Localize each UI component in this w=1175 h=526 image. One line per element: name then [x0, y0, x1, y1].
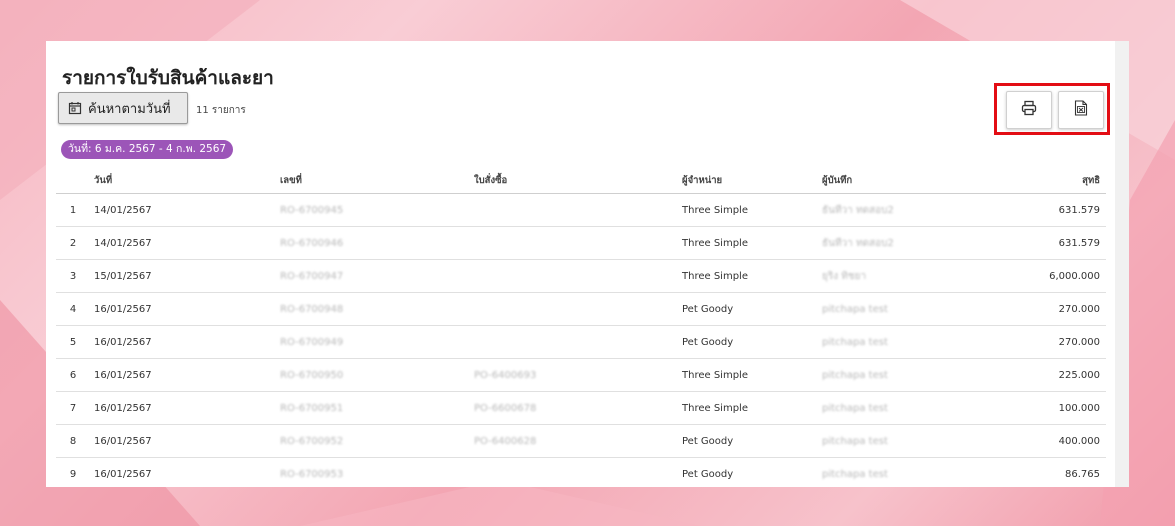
header-date[interactable]: วันที่	[90, 167, 276, 194]
table-row[interactable]: 7 16/01/2567 RO-6700951 PO-6600678 Three Sim…	[56, 391, 1106, 425]
header-net[interactable]: สุทธิ	[1006, 167, 1106, 194]
export-excel-button[interactable]	[1058, 91, 1104, 129]
table-row[interactable]: 9 16/01/2567 RO-6700953 Pet Goody pitchapa t…	[56, 457, 1106, 487]
cell-po	[470, 193, 678, 227]
header-po[interactable]: ใบสั่งซื้อ	[470, 167, 678, 194]
row-index: 8	[56, 424, 90, 458]
cell-recorder: pitchapa test	[818, 358, 1006, 392]
date-range-badge: วันที่: 6 ม.ค. 2567 - 4 ก.พ. 2567	[61, 140, 234, 159]
printer-icon	[1021, 100, 1037, 120]
cell-recorder: pitchapa test	[818, 391, 1006, 425]
page-title: รายการใบรับสินค้าและยา	[62, 67, 274, 89]
cell-recorder: pitchapa test	[818, 325, 1006, 359]
cell-supplier: Pet Goody	[678, 457, 818, 487]
cell-net: 270.000	[1006, 325, 1106, 359]
cell-recorder: ยุริง ทิชยา	[818, 259, 1006, 293]
header-doc-no[interactable]: เลขที่	[276, 167, 470, 194]
table-row[interactable]: 8 16/01/2567 RO-6700952 PO-6400628 Pet Goody…	[56, 424, 1106, 458]
row-index: 1	[56, 193, 90, 227]
cell-doc-no: RO-6700950	[276, 358, 470, 392]
cell-po	[470, 457, 678, 487]
row-index: 9	[56, 457, 90, 487]
cell-supplier: Three Simple	[678, 193, 818, 227]
cell-date: 15/01/2567	[90, 259, 276, 293]
excel-file-icon	[1074, 100, 1088, 120]
cell-doc-no: RO-6700946	[276, 226, 470, 260]
cell-date: 16/01/2567	[90, 424, 276, 458]
cell-recorder: pitchapa test	[818, 457, 1006, 487]
cell-net: 100.000	[1006, 391, 1106, 425]
table-row[interactable]: 5 16/01/2567 RO-6700949 Pet Goody pitchapa t…	[56, 325, 1106, 359]
cell-po	[470, 259, 678, 293]
cell-supplier: Three Simple	[678, 226, 818, 260]
cell-net: 400.000	[1006, 424, 1106, 458]
table-header-row: วันที่ เลขที่ ใบสั่งซื้อ ผู้จำหน่าย ผู้บ…	[56, 167, 1106, 194]
cell-supplier: Pet Goody	[678, 424, 818, 458]
cell-doc-no: RO-6700949	[276, 325, 470, 359]
cell-supplier: Three Simple	[678, 259, 818, 293]
cell-doc-no: RO-6700945	[276, 193, 470, 227]
row-index: 4	[56, 292, 90, 326]
table-row[interactable]: 4 16/01/2567 RO-6700948 Pet Goody pitchapa t…	[56, 292, 1106, 326]
table-row[interactable]: 1 14/01/2567 RO-6700945 Three Simple ธันทีวา…	[56, 193, 1106, 227]
cell-net: 225.000	[1006, 358, 1106, 392]
main-panel: รายการใบรับสินค้าและยา ค้นหาตามวันที่ 11…	[46, 41, 1129, 487]
cell-supplier: Three Simple	[678, 391, 818, 425]
cell-date: 16/01/2567	[90, 457, 276, 487]
cell-net: 270.000	[1006, 292, 1106, 326]
cell-date: 16/01/2567	[90, 325, 276, 359]
cell-supplier: Pet Goody	[678, 325, 818, 359]
print-button[interactable]	[1006, 91, 1052, 129]
row-index: 6	[56, 358, 90, 392]
record-count: 11 รายการ	[196, 105, 246, 116]
cell-doc-no: RO-6700953	[276, 457, 470, 487]
cell-po	[470, 226, 678, 260]
cell-net: 631.579	[1006, 226, 1106, 260]
calendar-icon	[68, 101, 82, 115]
cell-doc-no: RO-6700947	[276, 259, 470, 293]
cell-net: 86.765	[1006, 457, 1106, 487]
table-row[interactable]: 6 16/01/2567 RO-6700950 PO-6400693 Three Sim…	[56, 358, 1106, 392]
cell-po: PO-6600678	[470, 391, 678, 425]
row-index: 7	[56, 391, 90, 425]
cell-doc-no: RO-6700951	[276, 391, 470, 425]
panel-scrollbar[interactable]	[1115, 41, 1129, 487]
table-row[interactable]: 2 14/01/2567 RO-6700946 Three Simple ธันทีวา…	[56, 226, 1106, 260]
row-index: 5	[56, 325, 90, 359]
cell-supplier: Three Simple	[678, 358, 818, 392]
cell-recorder: ธันทีวา ทดสอบ2	[818, 193, 1006, 227]
cell-po	[470, 325, 678, 359]
cell-recorder: pitchapa test	[818, 292, 1006, 326]
cell-date: 14/01/2567	[90, 193, 276, 227]
cell-date: 14/01/2567	[90, 226, 276, 260]
header-supplier[interactable]: ผู้จำหน่าย	[678, 167, 818, 194]
cell-doc-no: RO-6700952	[276, 424, 470, 458]
row-index: 2	[56, 226, 90, 260]
cell-po	[470, 292, 678, 326]
cell-po: PO-6400628	[470, 424, 678, 458]
table-row[interactable]: 3 15/01/2567 RO-6700947 Three Simple ยุริง ท…	[56, 259, 1106, 293]
header-index	[56, 167, 90, 194]
cell-net: 6,000.000	[1006, 259, 1106, 293]
header-recorder[interactable]: ผู้บันทึก	[818, 167, 1006, 194]
row-index: 3	[56, 259, 90, 293]
cell-date: 16/01/2567	[90, 391, 276, 425]
cell-recorder: pitchapa test	[818, 424, 1006, 458]
cell-supplier: Pet Goody	[678, 292, 818, 326]
receipt-table: วันที่ เลขที่ ใบสั่งซื้อ ผู้จำหน่าย ผู้บ…	[56, 167, 1106, 487]
cell-net: 631.579	[1006, 193, 1106, 227]
cell-doc-no: RO-6700948	[276, 292, 470, 326]
cell-recorder: ธันทีวา ทดสอบ2	[818, 226, 1006, 260]
cell-date: 16/01/2567	[90, 358, 276, 392]
search-by-date-button[interactable]: ค้นหาตามวันที่	[58, 92, 188, 124]
cell-po: PO-6400693	[470, 358, 678, 392]
cell-date: 16/01/2567	[90, 292, 276, 326]
search-by-date-label: ค้นหาตามวันที่	[88, 101, 171, 117]
